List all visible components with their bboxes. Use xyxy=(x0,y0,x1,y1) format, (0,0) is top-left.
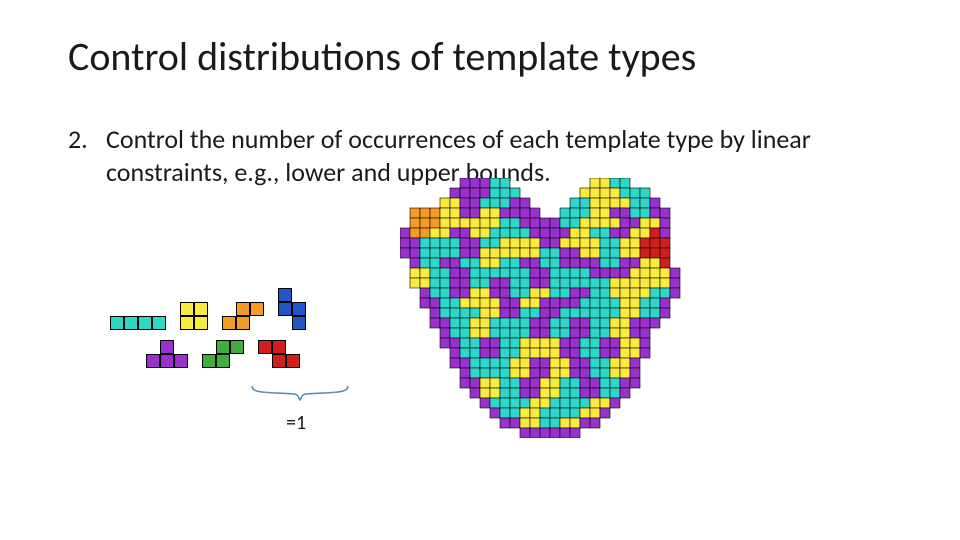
list-number: 2. xyxy=(68,123,106,155)
tetromino-L xyxy=(222,302,264,330)
slide-title: Control distributions of template types xyxy=(0,0,960,81)
brace-label: =1 xyxy=(286,411,360,435)
tetromino-T xyxy=(146,340,188,368)
tetromino-J xyxy=(278,288,306,330)
brace-icon xyxy=(250,384,350,402)
tetromino-O xyxy=(180,302,208,330)
heart-figure xyxy=(400,178,690,443)
tetromino-Z xyxy=(258,340,300,368)
tetromino-I xyxy=(110,316,166,330)
tetromino-S xyxy=(202,340,244,368)
tetromino-palette: =1 xyxy=(110,288,360,435)
body-row: 2. Control the number of occurrences of … xyxy=(0,81,960,188)
